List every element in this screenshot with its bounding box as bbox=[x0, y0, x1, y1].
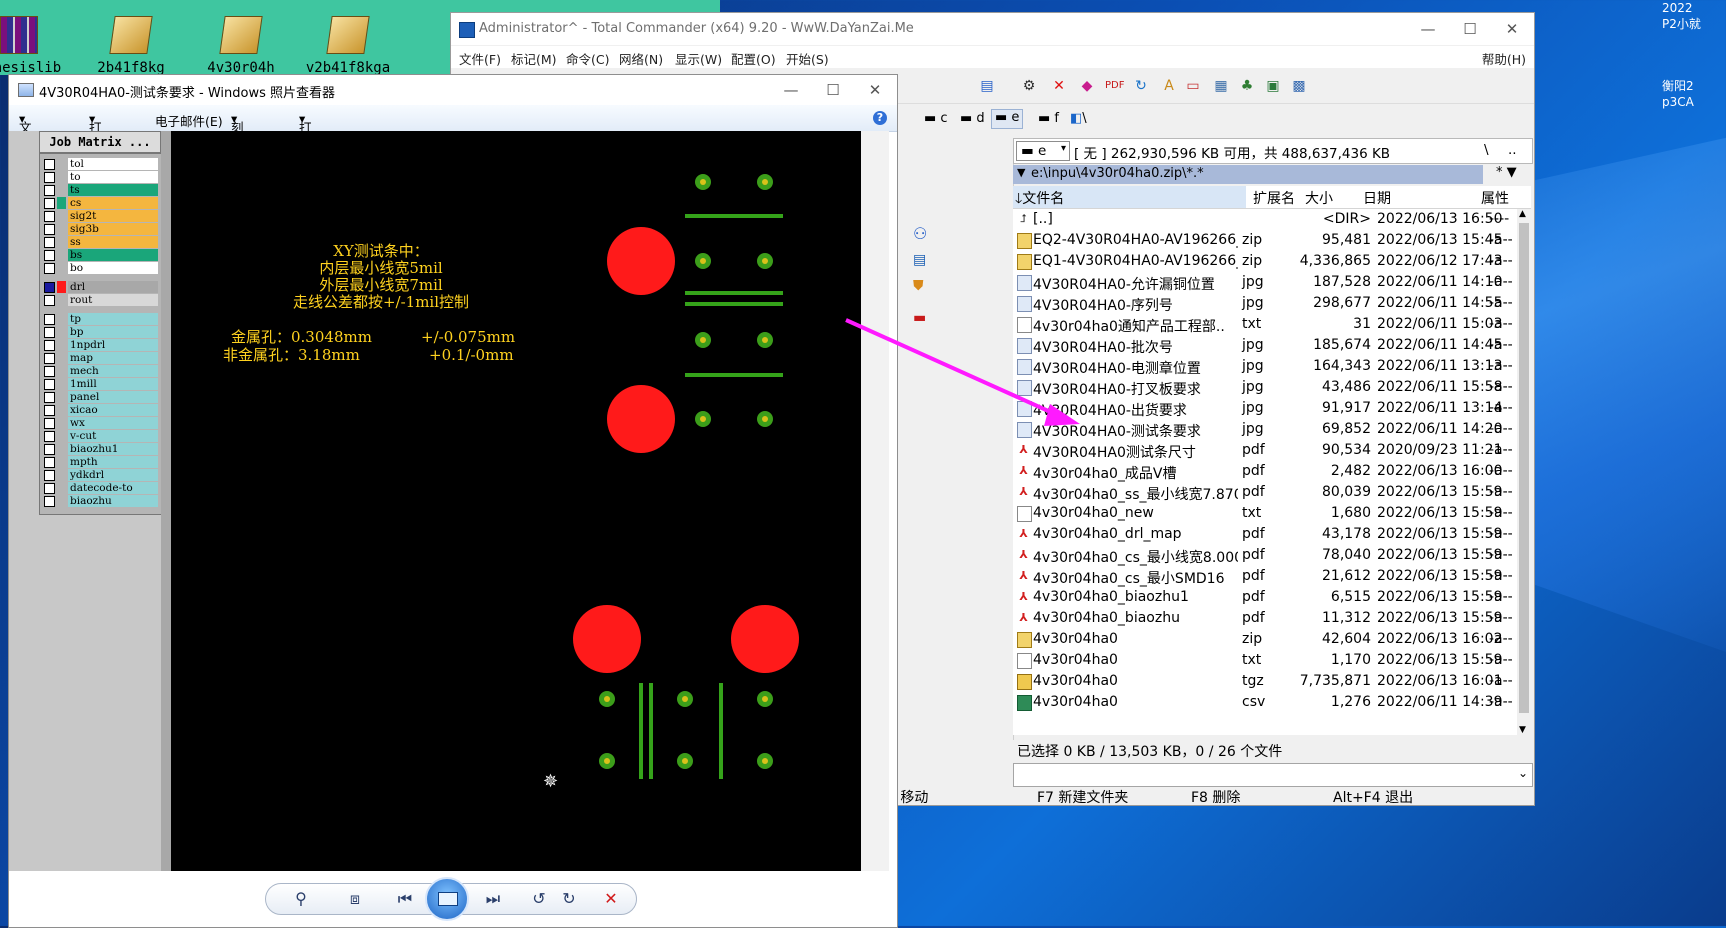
annotation-arrow-head bbox=[1044, 404, 1080, 426]
annotation-arrow-overlay bbox=[845, 318, 1080, 426]
annotation-arrow-line bbox=[845, 318, 1065, 420]
